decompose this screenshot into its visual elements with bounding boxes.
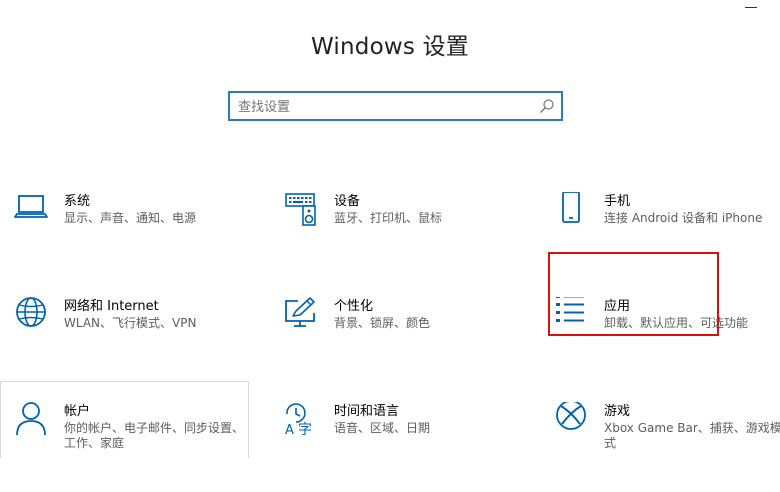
tile-devices[interactable]: 设备 蓝牙、打印机、鼠标 bbox=[270, 192, 520, 282]
tile-name: 系统 bbox=[64, 194, 91, 209]
tile-desc: 背景、锁屏、颜色 bbox=[334, 316, 431, 330]
tile-name: 网络和 Internet bbox=[64, 299, 159, 314]
tile-desc: 显示、声音、通知、电源 bbox=[64, 211, 197, 225]
tile-desc: 连接 Android 设备和 iPhone bbox=[604, 211, 763, 225]
language-icon: A 字 bbox=[285, 403, 312, 436]
tile-time-language[interactable]: A 字 时间和语言 语音、区域、日期 bbox=[270, 402, 520, 492]
person-icon bbox=[16, 402, 46, 436]
selection-highlight-box bbox=[548, 252, 719, 336]
xbox-icon bbox=[556, 402, 586, 430]
tile-desc: 蓝牙、打印机、鼠标 bbox=[334, 211, 443, 225]
search-input[interactable] bbox=[238, 97, 533, 117]
minimize-button[interactable] bbox=[744, 0, 758, 10]
search-icon[interactable] bbox=[539, 98, 555, 114]
tile-name: 手机 bbox=[604, 194, 631, 209]
tile-name: 游戏 bbox=[604, 404, 631, 419]
phone-icon bbox=[562, 192, 580, 223]
pen-monitor-icon bbox=[285, 297, 315, 327]
tile-system[interactable]: 系统 显示、声音、通知、电源 bbox=[0, 192, 250, 282]
page-title: Windows 设置 bbox=[311, 34, 469, 60]
tile-name: 帐户 bbox=[64, 404, 91, 419]
laptop-icon bbox=[14, 195, 48, 218]
svg-text:A: A bbox=[285, 423, 294, 436]
globe-icon bbox=[16, 297, 46, 327]
svg-text:字: 字 bbox=[298, 422, 312, 436]
search-box[interactable] bbox=[228, 91, 563, 121]
tile-desc: 语音、区域、日期 bbox=[334, 421, 431, 435]
tile-desc: Xbox Game Bar、捕获、游戏模式 bbox=[604, 421, 780, 450]
keyboard-speaker-icon bbox=[285, 193, 316, 226]
tile-name: 时间和语言 bbox=[334, 404, 400, 419]
tile-personalization[interactable]: 个性化 背景、锁屏、颜色 bbox=[270, 297, 520, 387]
tile-network[interactable]: 网络和 Internet WLAN、飞行模式、VPN bbox=[0, 297, 250, 387]
tile-gaming[interactable]: 游戏 Xbox Game Bar、捕获、游戏模式 bbox=[540, 402, 780, 492]
tile-name: 设备 bbox=[334, 194, 361, 209]
tile-desc: 你的帐户、电子邮件、同步设置、工作、家庭 bbox=[64, 421, 245, 450]
tile-accounts[interactable]: 帐户 你的帐户、电子邮件、同步设置、工作、家庭 bbox=[0, 402, 250, 492]
tile-desc: WLAN、飞行模式、VPN bbox=[64, 316, 197, 330]
tile-name: 个性化 bbox=[334, 299, 374, 314]
